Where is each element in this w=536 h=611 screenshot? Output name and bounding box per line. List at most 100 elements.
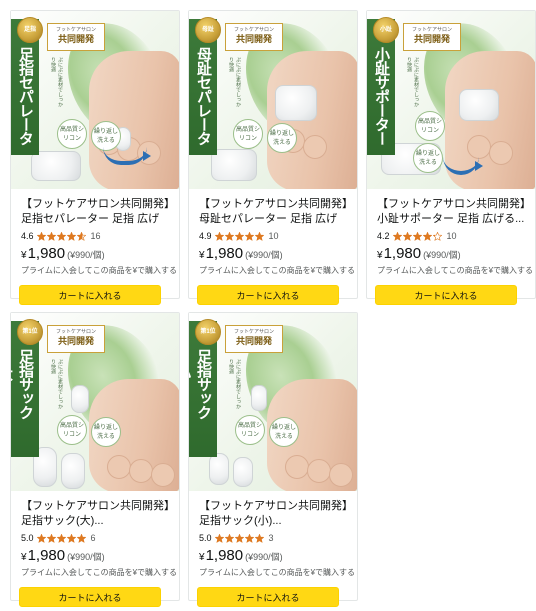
product-title[interactable]: 【フットケアサロン共同開発】母趾セパレーター 足指 広げる...: [199, 197, 351, 227]
image-copy: ぷにぷに素材でしっかり快適: [228, 57, 241, 107]
rating-row[interactable]: 4.6 16: [21, 230, 101, 242]
star-icon: [224, 533, 234, 543]
star-icon: [254, 231, 264, 241]
product-card[interactable]: 小趾サポーター 小趾 フットケアサロン 共同開発 ぷにぷに素材でしっかり快適 高…: [366, 10, 536, 305]
prime-offer-text: プライムに入会してこの商品を¥で購入する: [377, 266, 534, 275]
gel-sleeve-graphic: [61, 453, 85, 489]
product-image[interactable]: 足指サック(小) 第1位 フットケアサロン 共同開発 ぷにぷに素材でしっかり快適…: [189, 313, 357, 491]
review-count[interactable]: 16: [91, 231, 101, 241]
washable-badge: 繰り返し洗える: [91, 417, 121, 447]
product-card[interactable]: 足指セパレーター 足指 フットケアサロン 共同開発 ぷにぷに素材でしっかり快適 …: [10, 10, 180, 305]
product-title[interactable]: 【フットケアサロン共同開発】足指サック(小)...: [199, 499, 351, 529]
product-card[interactable]: 足指サック(小) 第1位 フットケアサロン 共同開発 ぷにぷに素材でしっかり快適…: [188, 312, 358, 607]
toe-graphic: [467, 135, 491, 159]
collab-ribbon: フットケアサロン 共同開発: [47, 23, 105, 51]
collab-ribbon: フットケアサロン 共同開発: [47, 325, 105, 353]
product-image[interactable]: 足指サック(大) 第1位 フットケアサロン 共同開発 ぷにぷに素材でしっかり快適…: [11, 313, 179, 491]
star-icon: [214, 231, 224, 241]
prime-offer-text: プライムに入会してこの商品を¥で購入する: [199, 568, 356, 577]
medal-icon: 足指: [17, 17, 43, 43]
star-icon: [244, 533, 254, 543]
currency-symbol: ¥: [199, 250, 205, 261]
review-count[interactable]: 3: [269, 533, 274, 543]
product-title[interactable]: 【フットケアサロン共同開発】小趾サポーター 足指 広げる...: [377, 197, 529, 227]
washable-badge: 繰り返し洗える: [413, 143, 443, 173]
product-title[interactable]: 【フットケアサロン共同開発】足指セパレーター 足指 広げる...: [21, 197, 173, 227]
toe-graphic: [285, 455, 309, 479]
price: ¥ 1,980 (¥990/個): [377, 245, 461, 263]
toe-graphic: [307, 459, 331, 483]
washable-badge: 繰り返し洗える: [267, 123, 297, 153]
review-count[interactable]: 10: [447, 231, 457, 241]
product-image[interactable]: 足指セパレーター 足指 フットケアサロン 共同開発 ぷにぷに素材でしっかり快適 …: [11, 11, 179, 189]
rating-value: 4.2: [377, 231, 390, 241]
unit-price: (¥990/個): [423, 250, 461, 260]
quality-badge: 高品質シリコン: [235, 415, 265, 445]
prime-offer-text: プライムに入会してこの商品を¥で購入する: [21, 266, 178, 275]
unit-price: (¥990/個): [67, 250, 105, 260]
collab-ribbon: フットケアサロン 共同開発: [225, 325, 283, 353]
star-icon: [234, 533, 244, 543]
review-count[interactable]: 6: [91, 533, 96, 543]
unit-price: (¥990/個): [245, 250, 283, 260]
star-icon: [36, 533, 46, 543]
price-amount: 1,980: [205, 547, 244, 564]
gel-separator-graphic: [459, 89, 499, 121]
rating-value: 4.6: [21, 231, 34, 241]
star-icon: [224, 231, 234, 241]
arrow-head-icon: [143, 151, 151, 161]
star-icon: [66, 533, 76, 543]
gel-sleeve-graphic: [251, 385, 267, 411]
toe-graphic: [151, 463, 175, 487]
star-icon: [36, 231, 46, 241]
add-to-cart-button[interactable]: カートに入れる: [197, 285, 339, 305]
prime-offer-text: プライムに入会してこの商品を¥で購入する: [21, 568, 178, 577]
quality-badge: 高品質シリコン: [233, 119, 263, 149]
star-rating: [36, 231, 87, 241]
price: ¥ 1,980 (¥990/個): [199, 547, 283, 565]
price-amount: 1,980: [383, 245, 422, 262]
product-title[interactable]: 【フットケアサロン共同開発】足指サック(大)...: [21, 499, 173, 529]
toe-graphic: [129, 459, 153, 483]
rating-value: 4.9: [199, 231, 212, 241]
star-icon: [76, 533, 86, 543]
add-to-cart-button[interactable]: カートに入れる: [19, 285, 161, 305]
price-amount: 1,980: [27, 245, 66, 262]
add-to-cart-button[interactable]: カートに入れる: [197, 587, 339, 607]
quality-badge: 高品質シリコン: [415, 111, 445, 141]
image-copy: ぷにぷに素材でしっかり快適: [228, 359, 241, 409]
gel-sleeve-graphic: [233, 457, 253, 487]
rating-value: 5.0: [21, 533, 34, 543]
star-icon: [56, 231, 66, 241]
rating-row[interactable]: 5.0 6: [21, 532, 96, 544]
medal-icon: 第1位: [195, 319, 221, 345]
toe-graphic: [329, 463, 353, 487]
collab-ribbon: フットケアサロン 共同開発: [403, 23, 461, 51]
star-rating: [214, 231, 265, 241]
product-image[interactable]: 小趾サポーター 小趾 フットケアサロン 共同開発 ぷにぷに素材でしっかり快適 高…: [367, 11, 535, 189]
rating-row[interactable]: 4.9 10: [199, 230, 279, 242]
rating-row[interactable]: 4.2 10: [377, 230, 457, 242]
price: ¥ 1,980 (¥990/個): [21, 547, 105, 565]
star-icon: [244, 231, 254, 241]
gel-sleeve-graphic: [71, 385, 89, 413]
product-image[interactable]: 母趾セパレーター 母趾 フットケアサロン 共同開発 ぷにぷに素材でしっかり快適 …: [189, 11, 357, 189]
star-icon: [214, 533, 224, 543]
toe-graphic: [107, 455, 131, 479]
add-to-cart-button[interactable]: カートに入れる: [375, 285, 517, 305]
star-icon: [432, 231, 442, 241]
star-icon: [56, 533, 66, 543]
toe-graphic: [489, 141, 513, 165]
arrow-head-icon: [475, 161, 483, 171]
gel-separator-graphic: [31, 151, 81, 181]
price-amount: 1,980: [205, 245, 244, 262]
medal-icon: 小趾: [373, 17, 399, 43]
product-card[interactable]: 母趾セパレーター 母趾 フットケアサロン 共同開発 ぷにぷに素材でしっかり快適 …: [188, 10, 358, 305]
price-amount: 1,980: [27, 547, 66, 564]
add-to-cart-button[interactable]: カートに入れる: [19, 587, 161, 607]
product-card[interactable]: 足指サック(大) 第1位 フットケアサロン 共同開発 ぷにぷに素材でしっかり快適…: [10, 312, 180, 607]
gel-separator-graphic: [211, 149, 257, 181]
review-count[interactable]: 10: [269, 231, 279, 241]
unit-price: (¥990/個): [245, 552, 283, 562]
rating-row[interactable]: 5.0 3: [199, 532, 274, 544]
